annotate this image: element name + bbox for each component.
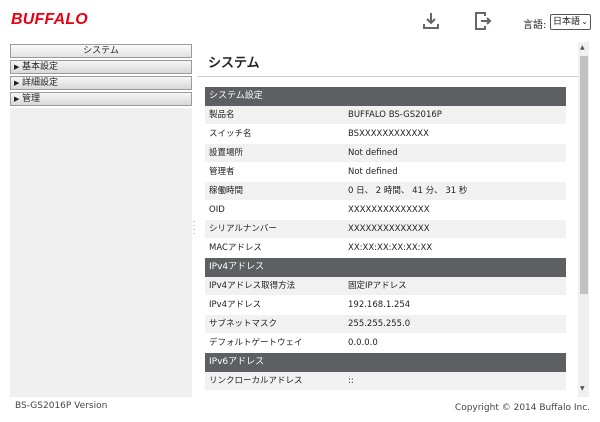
sidebar: システム ▶ 基本設定 ▶ 詳細設定 ▶ 管理 — [0, 42, 192, 397]
row-value: 0 日、 2 時間、 41 分、 31 秒 — [348, 186, 468, 196]
main-content: システム システム設定 製品名 BUFFALO BS-GS2016P スイッチ名 B… — [198, 42, 578, 397]
table-row: 製品名 BUFFALO BS-GS2016P — [205, 106, 566, 125]
system-info-table: システム設定 製品名 BUFFALO BS-GS2016P スイッチ名 BSXXXX… — [205, 87, 566, 391]
table-row: OID XXXXXXXXXXXXXX — [205, 201, 566, 220]
row-value: XXXXXXXXXXXXXX — [348, 224, 430, 234]
row-value: 255.255.255.0 — [348, 319, 411, 329]
row-key: 設置場所 — [209, 148, 244, 158]
section-header: IPv4アドレス — [205, 258, 566, 277]
vertical-scrollbar[interactable]: ▲ ▼ — [578, 42, 589, 397]
table-row: サブネットマスク 255.255.255.0 — [205, 315, 566, 334]
row-key: IPv4アドレス取得方法 — [209, 281, 296, 291]
table-row: IPv4アドレス取得方法 固定IPアドレス — [205, 277, 566, 296]
row-key: リンクローカルアドレス — [209, 376, 303, 386]
row-key: スイッチ名 — [209, 129, 252, 139]
sidebar-item-label: システム — [83, 46, 119, 56]
row-value: 0.0.0.0 — [348, 338, 378, 348]
drag-handle-icon: · · · · — [193, 218, 196, 238]
table-row: リンクローカルアドレス:: — [205, 372, 566, 391]
row-value: 固定IPアドレス — [348, 281, 407, 291]
scroll-thumb[interactable] — [580, 56, 588, 294]
table-row: MACアドレス XX:XX:XX:XX:XX:XX — [205, 239, 566, 258]
language-label: 言語: — [523, 20, 547, 31]
table-row: 稼働時間 0 日、 2 時間、 41 分、 31 秒 — [205, 182, 566, 201]
buffalo-logo[interactable]: BUFFALO — [11, 11, 88, 29]
row-value: Not defined — [348, 148, 398, 158]
header: BUFFALO 言語: 日本語 ⌄ — [0, 0, 600, 42]
sidebar-item-system[interactable]: システム — [10, 44, 192, 58]
table-row: スイッチ名 BSXXXXXXXXXXXX — [205, 125, 566, 144]
table-row: デフォルトゲートウェイ 0.0.0.0 — [205, 334, 566, 353]
sidebar-item-management[interactable]: ▶ 管理 — [10, 92, 192, 106]
scroll-up-icon[interactable]: ▲ — [580, 44, 585, 51]
row-value: BSXXXXXXXXXXXX — [348, 129, 429, 139]
row-key: 管理者 — [209, 167, 235, 177]
section-header: IPv6アドレス — [205, 353, 566, 372]
section-rows: IPv4アドレス取得方法 固定IPアドレス IPv4アドレス 192.168.1.2… — [205, 277, 566, 353]
expand-arrow-icon: ▶ — [14, 95, 20, 103]
expand-arrow-icon: ▶ — [14, 63, 20, 71]
table-row: IPv4アドレス 192.168.1.254 — [205, 296, 566, 315]
section-rows: リンクローカルアドレス:: — [205, 372, 566, 391]
table-row: シリアルナンバー XXXXXXXXXXXXXX — [205, 220, 566, 239]
row-key: IPv4アドレス — [209, 300, 262, 310]
row-value: :: — [348, 376, 354, 386]
sidebar-item-basic-settings[interactable]: ▶ 基本設定 — [10, 60, 192, 74]
row-value: 192.168.1.254 — [348, 300, 411, 310]
row-value: BUFFALO BS-GS2016P — [348, 110, 442, 120]
row-key: シリアルナンバー — [209, 224, 277, 234]
row-key: MACアドレス — [209, 243, 262, 253]
row-value: XX:XX:XX:XX:XX:XX — [348, 243, 433, 253]
scroll-down-icon[interactable]: ▼ — [580, 385, 585, 392]
row-value: Not defined — [348, 167, 398, 177]
version-text: BS-GS2016P Version — [15, 401, 108, 411]
section-header: システム設定 — [205, 87, 566, 106]
row-key: 製品名 — [209, 110, 235, 120]
expand-arrow-icon: ▶ — [14, 79, 20, 87]
section-rows: 製品名 BUFFALO BS-GS2016P スイッチ名 BSXXXXXXXXXXX… — [205, 106, 566, 258]
divider — [198, 76, 578, 77]
table-row: 設置場所 Not defined — [205, 144, 566, 163]
language-value: 日本語 — [553, 17, 581, 27]
language-select[interactable]: 日本語 ⌄ — [550, 14, 591, 30]
sidebar-item-advanced-settings[interactable]: ▶ 詳細設定 — [10, 76, 192, 90]
table-row: 管理者 Not defined — [205, 163, 566, 182]
page-title: システム — [208, 56, 260, 71]
row-value: XXXXXXXXXXXXXX — [348, 205, 430, 215]
row-key: デフォルトゲートウェイ — [209, 338, 303, 348]
row-key: サブネットマスク — [209, 319, 278, 329]
chevron-down-icon: ⌄ — [581, 17, 588, 26]
sidebar-panel — [10, 108, 192, 397]
footer: BS-GS2016P Version Copyright © 2014 Buff… — [0, 397, 600, 422]
logout-icon[interactable] — [474, 12, 492, 30]
row-key: 稼働時間 — [209, 186, 244, 196]
download-icon[interactable] — [422, 12, 440, 30]
row-key: OID — [209, 205, 225, 215]
copyright-text: Copyright © 2014 Buffalo Inc. — [454, 403, 590, 413]
